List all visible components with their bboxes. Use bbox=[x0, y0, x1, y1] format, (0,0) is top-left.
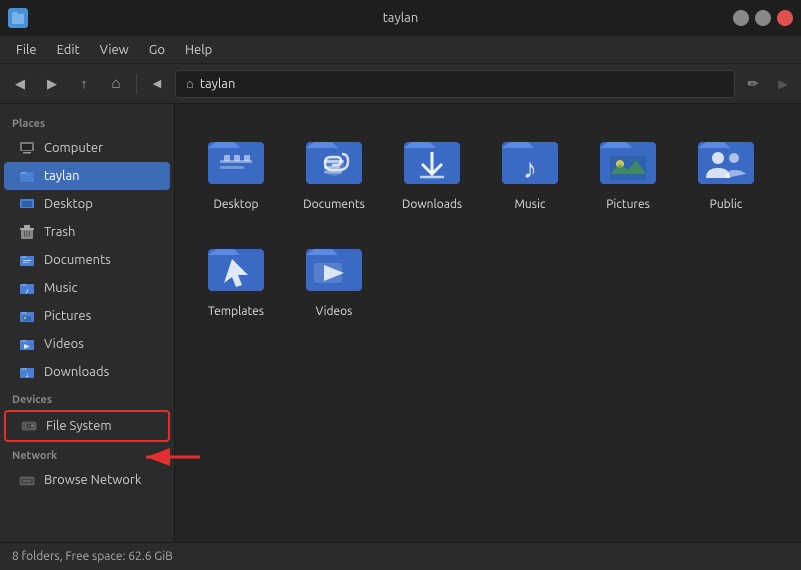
sidebar-item-computer[interactable]: Computer bbox=[4, 134, 170, 162]
file-area: Desktop Documents bbox=[175, 104, 801, 542]
file-item-videos[interactable]: Videos bbox=[289, 227, 379, 326]
svg-text:↓: ↓ bbox=[25, 370, 29, 379]
folder-downloads-icon bbox=[400, 128, 464, 192]
location-edit-button[interactable]: ✏ bbox=[739, 70, 767, 98]
file-label-public: Public bbox=[710, 198, 743, 211]
breadcrumb-home-icon: ⌂ bbox=[186, 76, 194, 91]
sidebar-item-browse-network[interactable]: Browse Network bbox=[4, 466, 170, 494]
music-icon: ♪ bbox=[18, 279, 36, 297]
folder-pictures-icon bbox=[596, 128, 660, 192]
svg-text:♪: ♪ bbox=[25, 287, 29, 295]
menu-help[interactable]: Help bbox=[177, 41, 220, 59]
menubar: File Edit View Go Help bbox=[0, 36, 801, 64]
sidebar-item-music[interactable]: ♪ Music bbox=[4, 274, 170, 302]
taylan-icon bbox=[18, 167, 36, 185]
close-button[interactable] bbox=[777, 10, 793, 26]
folder-public-icon bbox=[694, 128, 758, 192]
file-item-downloads[interactable]: Downloads bbox=[387, 120, 477, 219]
sidebar-item-documents[interactable]: Documents bbox=[4, 246, 170, 274]
videos-icon bbox=[18, 335, 36, 353]
file-item-public[interactable]: Public bbox=[681, 120, 771, 219]
titlebar: taylan bbox=[0, 0, 801, 36]
svg-text:♪: ♪ bbox=[523, 153, 537, 184]
status-text: 8 folders, Free space: 62.6 GiB bbox=[12, 550, 173, 563]
sidebar-item-documents-label: Documents bbox=[44, 253, 111, 267]
up-button[interactable]: ↑ bbox=[70, 70, 98, 98]
file-label-music: Music bbox=[515, 198, 546, 211]
sidebar-item-trash-label: Trash bbox=[44, 225, 75, 239]
file-item-music[interactable]: ♪ Music bbox=[485, 120, 575, 219]
breadcrumb-forward-button[interactable]: ▶ bbox=[771, 70, 795, 98]
toolbar: ◀ ▶ ↑ ⌂ ◀ ⌂ taylan ✏ ▶ bbox=[0, 64, 801, 104]
sidebar-item-desktop-label: Desktop bbox=[44, 197, 93, 211]
maximize-button[interactable] bbox=[755, 10, 771, 26]
sidebar-section-devices: Devices bbox=[0, 386, 174, 410]
sidebar-item-pictures-label: Pictures bbox=[44, 309, 91, 323]
computer-icon bbox=[18, 139, 36, 157]
sidebar-item-trash[interactable]: Trash bbox=[4, 218, 170, 246]
minimize-button[interactable] bbox=[733, 10, 749, 26]
forward-button[interactable]: ▶ bbox=[38, 70, 66, 98]
folder-music-icon: ♪ bbox=[498, 128, 562, 192]
menu-go[interactable]: Go bbox=[141, 41, 173, 59]
desktop-icon bbox=[18, 195, 36, 213]
sidebar-item-browse-network-label: Browse Network bbox=[44, 473, 141, 487]
folder-desktop-icon bbox=[204, 128, 268, 192]
sidebar: Places Computer taylan bbox=[0, 104, 175, 542]
menu-edit[interactable]: Edit bbox=[49, 41, 88, 59]
harddisk-icon bbox=[20, 417, 38, 435]
folder-documents-icon bbox=[302, 128, 366, 192]
file-label-videos: Videos bbox=[316, 305, 353, 318]
sidebar-item-desktop[interactable]: Desktop bbox=[4, 190, 170, 218]
sidebar-item-downloads-label: Downloads bbox=[44, 365, 109, 379]
sidebar-item-taylan-label: taylan bbox=[44, 169, 80, 183]
file-label-pictures: Pictures bbox=[606, 198, 650, 211]
file-label-documents: Documents bbox=[303, 198, 365, 211]
sidebar-item-pictures[interactable]: Pictures bbox=[4, 302, 170, 330]
titlebar-controls bbox=[733, 10, 793, 26]
sidebar-item-videos-label: Videos bbox=[44, 337, 84, 351]
file-item-templates[interactable]: Templates bbox=[191, 227, 281, 326]
sidebar-item-filesystem[interactable]: File System bbox=[4, 410, 170, 442]
sidebar-item-computer-label: Computer bbox=[44, 141, 103, 155]
menu-view[interactable]: View bbox=[92, 41, 137, 59]
folder-templates-icon bbox=[204, 235, 268, 299]
file-grid: Desktop Documents bbox=[191, 120, 785, 526]
sidebar-item-downloads[interactable]: ↓ Downloads bbox=[4, 358, 170, 386]
back-button[interactable]: ◀ bbox=[6, 70, 34, 98]
breadcrumb-location: taylan bbox=[200, 77, 236, 91]
downloads-icon: ↓ bbox=[18, 363, 36, 381]
sidebar-section-network: Network bbox=[0, 442, 174, 466]
menu-file[interactable]: File bbox=[8, 41, 45, 59]
titlebar-left bbox=[8, 8, 28, 28]
file-item-desktop[interactable]: Desktop bbox=[191, 120, 281, 219]
breadcrumb-toggle[interactable]: ◀ bbox=[143, 70, 171, 98]
pictures-icon bbox=[18, 307, 36, 325]
sidebar-item-taylan[interactable]: taylan bbox=[4, 162, 170, 190]
file-label-templates: Templates bbox=[208, 305, 264, 318]
app-icon bbox=[8, 8, 28, 28]
file-item-documents[interactable]: Documents bbox=[289, 120, 379, 219]
main-content: Places Computer taylan bbox=[0, 104, 801, 542]
breadcrumb-bar: ⌂ taylan bbox=[175, 70, 735, 98]
file-item-pictures[interactable]: Pictures bbox=[583, 120, 673, 219]
network-icon bbox=[18, 471, 36, 489]
documents-icon bbox=[18, 251, 36, 269]
window-title: taylan bbox=[383, 11, 419, 25]
sidebar-item-filesystem-label: File System bbox=[46, 419, 112, 433]
sidebar-section-places: Places bbox=[0, 110, 174, 134]
file-label-downloads: Downloads bbox=[402, 198, 462, 211]
trash-icon bbox=[18, 223, 36, 241]
sidebar-item-music-label: Music bbox=[44, 281, 78, 295]
home-button[interactable]: ⌂ bbox=[102, 70, 130, 98]
sidebar-item-videos[interactable]: Videos bbox=[4, 330, 170, 358]
folder-videos-icon bbox=[302, 235, 366, 299]
file-label-desktop: Desktop bbox=[213, 198, 258, 211]
statusbar: 8 folders, Free space: 62.6 GiB bbox=[0, 542, 801, 570]
